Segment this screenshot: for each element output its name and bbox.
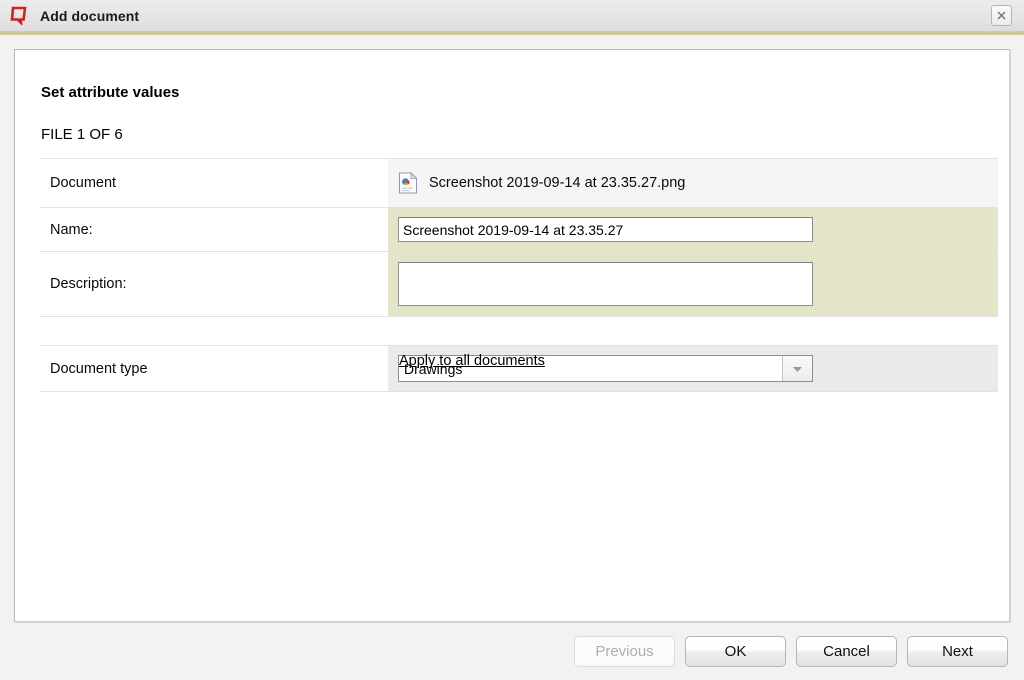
file-counter: FILE 1 OF 6: [41, 126, 123, 143]
document-file-name: Screenshot 2019-09-14 at 23.35.27.png: [429, 175, 686, 191]
quadri-logo-icon: [10, 6, 29, 27]
field-value-description: [388, 252, 998, 317]
field-label-description: Description:: [40, 252, 388, 317]
table-row-description: Description:: [40, 252, 998, 317]
next-button[interactable]: Next: [907, 635, 1008, 667]
apply-to-all-documents-link[interactable]: Apply to all documents: [399, 353, 545, 369]
previous-button[interactable]: Previous: [574, 635, 675, 667]
content-panel: Set attribute values FILE 1 OF 6 Documen…: [14, 49, 1010, 622]
image-file-icon: [398, 172, 418, 194]
name-input[interactable]: [398, 217, 813, 242]
table-row-spacer: [40, 317, 998, 345]
spacer-label-cell: [40, 317, 388, 345]
page-title: Set attribute values: [41, 84, 180, 101]
description-textarea[interactable]: [398, 262, 813, 306]
field-value-name: [388, 208, 998, 252]
field-label-document-type: Document type: [40, 345, 388, 392]
close-icon[interactable]: [991, 5, 1012, 26]
field-label-document: Document: [40, 158, 388, 208]
chevron-down-icon[interactable]: [782, 356, 812, 381]
field-label-name: Name:: [40, 208, 388, 252]
dialog-titlebar: Add document: [0, 0, 1024, 32]
table-row-name: Name:: [40, 208, 998, 252]
ok-button[interactable]: OK: [685, 635, 786, 667]
field-value-document: Screenshot 2019-09-14 at 23.35.27.png: [388, 158, 998, 208]
dialog-title: Add document: [40, 7, 140, 24]
dialog-footer: Previous OK Cancel Next: [0, 622, 1024, 680]
dialog-body: Set attribute values FILE 1 OF 6 Documen…: [0, 35, 1024, 622]
table-row-document: Document Screenshot 2019-09-14 at 23.35.…: [40, 158, 998, 208]
cancel-button[interactable]: Cancel: [796, 635, 897, 667]
spacer-value-cell: [388, 317, 998, 345]
add-document-dialog: Add document Set attribute values FILE 1…: [0, 0, 1024, 680]
